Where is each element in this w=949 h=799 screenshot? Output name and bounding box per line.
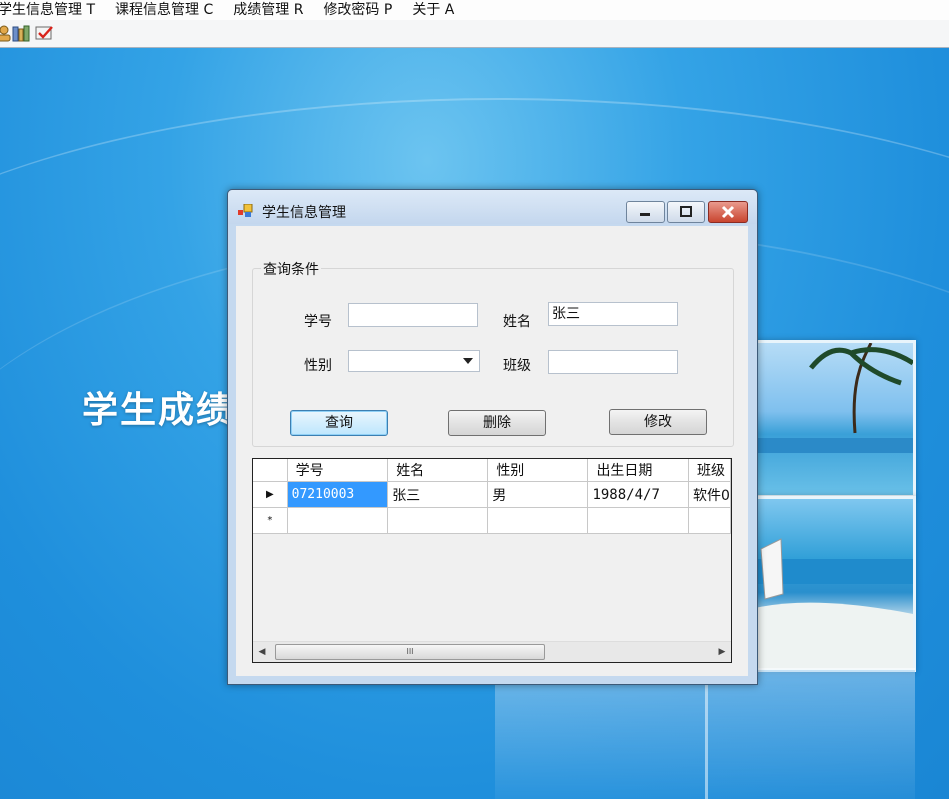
app-icon xyxy=(238,203,254,218)
cell-class[interactable]: 软件0 xyxy=(688,481,731,508)
student-id-input[interactable] xyxy=(348,303,478,327)
gender-label: 性别 xyxy=(304,358,332,374)
new-cell[interactable] xyxy=(587,507,690,534)
menu-about[interactable]: 关于 A xyxy=(412,0,464,20)
cell-birthdate[interactable]: 1988/4/7 xyxy=(587,481,690,508)
query-group-legend: 查询条件 xyxy=(261,259,321,279)
current-row-marker[interactable]: ▶ xyxy=(253,481,288,508)
close-button[interactable] xyxy=(708,201,748,223)
name-label: 姓名 xyxy=(503,314,531,330)
name-input[interactable]: 张三 xyxy=(548,302,678,326)
new-cell[interactable] xyxy=(487,507,589,534)
query-button[interactable]: 查询 xyxy=(290,410,388,436)
books-icon[interactable] xyxy=(11,23,31,43)
new-cell[interactable] xyxy=(688,507,731,534)
gender-select[interactable] xyxy=(348,350,480,372)
menubar: 学生信息管理 T 课程信息管理 C 成绩管理 R 修改密码 P 关于 A xyxy=(0,0,949,20)
table-row-new[interactable]: * xyxy=(253,507,731,534)
column-header-name[interactable]: 姓名 xyxy=(387,459,489,482)
new-cell[interactable] xyxy=(287,507,389,534)
checklist-icon[interactable] xyxy=(34,23,54,43)
scroll-left-arrow-icon[interactable]: ◀ xyxy=(253,642,271,662)
column-header-birthdate[interactable]: 出生日期 xyxy=(587,459,690,482)
scroll-right-arrow-icon[interactable]: ▶ xyxy=(713,642,731,662)
student-info-window: 学生信息管理 查询条件 学号 姓名 张三 性别 班级 查询 删除 修改 学号 姓… xyxy=(227,189,758,685)
column-header-student-id[interactable]: 学号 xyxy=(287,459,389,482)
new-row-marker[interactable]: * xyxy=(253,507,288,534)
table-row[interactable]: ▶ 07210003 张三 男 1988/4/7 软件0 xyxy=(253,481,731,508)
student-id-label: 学号 xyxy=(304,314,332,330)
grid-header-row: 学号 姓名 性别 出生日期 班级 xyxy=(253,459,731,482)
toolbar xyxy=(0,20,949,48)
horizontal-scrollbar[interactable]: ◀ III ▶ xyxy=(253,641,731,662)
modify-button[interactable]: 修改 xyxy=(609,409,707,435)
banner-title: 学生成绩 xyxy=(82,389,235,431)
menu-change-password[interactable]: 修改密码 P xyxy=(323,0,402,20)
student-data-grid[interactable]: 学号 姓名 性别 出生日期 班级 ▶ 07210003 张三 男 1988/4/… xyxy=(252,458,732,663)
scrollbar-thumb[interactable]: III xyxy=(275,644,545,660)
window-client-area: 查询条件 学号 姓名 张三 性别 班级 查询 删除 修改 学号 姓名 性别 出生… xyxy=(236,226,748,676)
photo-reflection xyxy=(495,668,915,799)
class-input[interactable] xyxy=(548,350,678,374)
cell-student-id[interactable]: 07210003 xyxy=(287,481,389,508)
menu-course-info[interactable]: 课程信息管理 C xyxy=(115,0,223,20)
window-titlebar[interactable]: 学生信息管理 xyxy=(228,190,757,224)
maximize-button[interactable] xyxy=(667,201,705,223)
column-header-gender[interactable]: 性别 xyxy=(487,459,589,482)
chevron-down-icon[interactable] xyxy=(463,358,473,364)
beach-photo-bottom xyxy=(748,496,916,672)
cell-gender[interactable]: 男 xyxy=(487,481,589,508)
window-title: 学生信息管理 xyxy=(262,205,346,221)
grid-corner-header[interactable] xyxy=(253,459,288,482)
cell-name[interactable]: 张三 xyxy=(387,481,489,508)
grid-table: 学号 姓名 性别 出生日期 班级 ▶ 07210003 张三 男 1988/4/… xyxy=(253,459,731,534)
beach-photo-top xyxy=(748,340,916,498)
reflection-divider xyxy=(705,670,708,799)
class-label: 班级 xyxy=(503,358,531,374)
menu-grades[interactable]: 成绩管理 R xyxy=(233,0,313,20)
menu-student-info[interactable]: 学生信息管理 T xyxy=(0,0,105,20)
column-header-class[interactable]: 班级 xyxy=(688,459,731,482)
delete-button[interactable]: 删除 xyxy=(448,410,546,436)
minimize-button[interactable] xyxy=(626,201,665,223)
new-cell[interactable] xyxy=(387,507,489,534)
